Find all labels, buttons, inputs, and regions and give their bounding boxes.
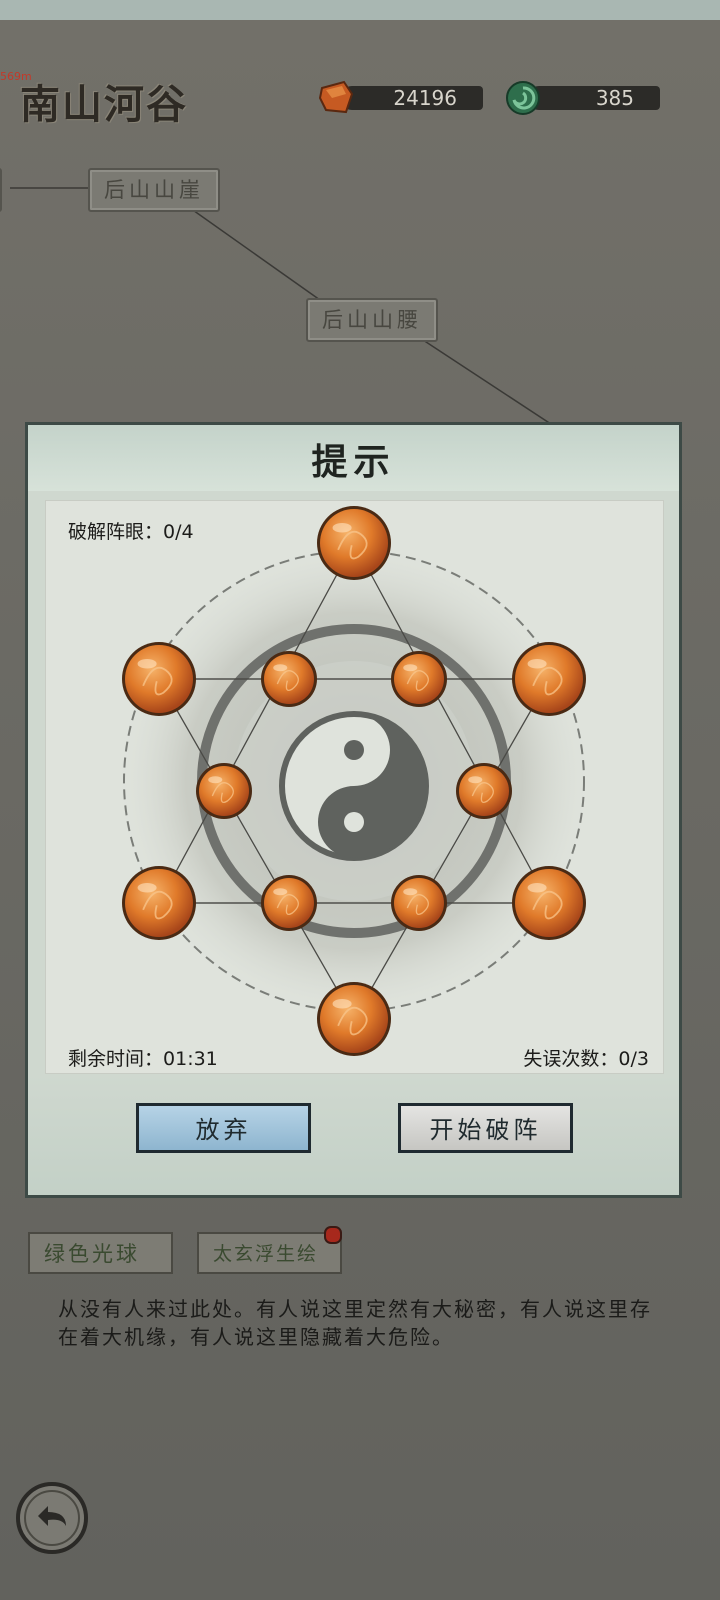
tag-green-orb[interactable]: 绿色光球 <box>28 1232 173 1274</box>
formation-orb-inner-6[interactable] <box>391 875 447 931</box>
map-paths <box>10 187 561 431</box>
formation-eye-orb-outer-5[interactable] <box>122 866 196 940</box>
map-node-offscreen[interactable] <box>0 168 2 212</box>
map-node-mountainside[interactable]: 后山山腰 <box>306 298 438 342</box>
location-description: 从没有人来过此处。有人说这里定然有大秘密，有人说这里存在着大机缘，有人说这里隐藏… <box>58 1297 652 1349</box>
time-remaining: 剩余时间：01:31 <box>68 1048 218 1070</box>
formation-orb-inner-5[interactable] <box>261 875 317 931</box>
start-break-button[interactable]: 开始破阵 <box>398 1103 573 1153</box>
formation-eye-orb-outer-1[interactable] <box>317 506 391 580</box>
map-node-cliff[interactable]: 后山山崖 <box>88 168 220 212</box>
quit-button[interactable]: 放弃 <box>136 1103 311 1153</box>
back-button[interactable] <box>14 1480 90 1556</box>
tag-taixuan-painting[interactable]: 太玄浮生绘 <box>197 1232 342 1274</box>
formation-orb-inner-1[interactable] <box>261 651 317 707</box>
dialog-title: 提示 <box>311 441 396 483</box>
formation-orb-inner-3[interactable] <box>196 763 252 819</box>
hint-dialog: 提示 破解阵眼：0/4 剩余时间：01:31 失误次数：0/3 放弃 开始破阵 <box>25 422 682 1198</box>
formation-eye-orb-outer-4[interactable] <box>317 982 391 1056</box>
notification-dot <box>324 1226 342 1244</box>
formation-panel: 破解阵眼：0/4 剩余时间：01:31 失误次数：0/3 <box>45 500 664 1074</box>
formation-board <box>114 506 594 1056</box>
formation-eye-orb-outer-3[interactable] <box>512 866 586 940</box>
formation-orb-inner-4[interactable] <box>456 763 512 819</box>
yin-yang-icon <box>279 711 429 861</box>
miss-counter: 失误次数：0/3 <box>523 1048 649 1070</box>
formation-eye-orb-outer-2[interactable] <box>512 642 586 716</box>
formation-eye-orb-outer-6[interactable] <box>122 642 196 716</box>
formation-orb-inner-2[interactable] <box>391 651 447 707</box>
